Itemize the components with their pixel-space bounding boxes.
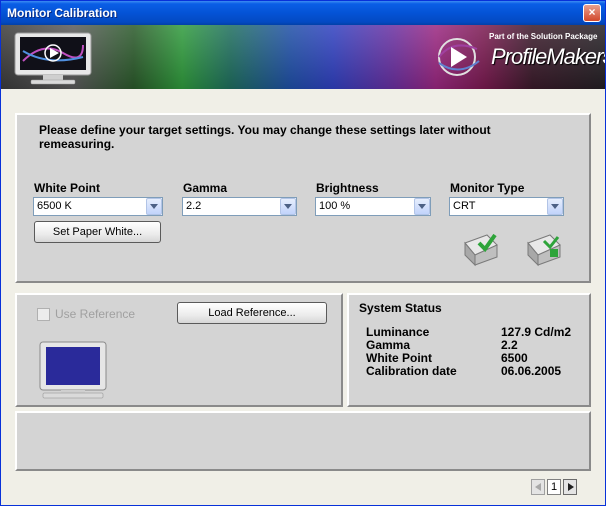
white-point-select[interactable]: 6500 K [33,197,163,216]
white-point-value: 6500 K [37,200,72,212]
chevron-down-icon [150,204,158,209]
load-reference-button[interactable]: Load Reference... [177,302,327,324]
monitor-calibration-window: Monitor Calibration × Part of the Soluti… [0,0,606,506]
brightness-select[interactable]: 100 % [315,197,431,216]
brand-name: ProfileMaker5 [491,43,605,70]
arrow-right-icon [568,483,574,491]
title-bar[interactable]: Monitor Calibration × [1,1,605,25]
monitor-logo-icon [14,32,92,85]
window-title: Monitor Calibration [7,6,117,20]
monitor-type-select[interactable]: CRT [449,197,564,216]
chevron-down-icon [418,204,426,209]
monitor-type-dropdown-button[interactable] [547,198,563,215]
set-paper-white-button[interactable]: Set Paper White... [34,221,161,243]
next-page-button[interactable] [563,479,577,495]
use-reference-label: Use Reference [55,307,136,321]
reference-monitor-icon [39,341,107,399]
banner-tagline: Part of the Solution Package [489,32,598,41]
page-number: 1 [547,479,561,495]
previous-page-button[interactable] [531,479,545,495]
monitor-type-label: Monitor Type [450,181,525,195]
system-status-title: System Status [359,301,442,315]
measure-monitor-button[interactable] [524,229,564,267]
monitor-type-value: CRT [453,200,476,212]
chevron-down-icon [284,204,292,209]
chevron-down-icon [551,204,559,209]
white-point-label: White Point [34,181,100,195]
gamma-value: 2.2 [186,200,202,212]
instruction-text: Please define your target settings. You … [39,123,491,151]
target-settings-panel: Please define your target settings. You … [15,113,591,283]
white-point-dropdown-button[interactable] [146,198,162,215]
gamma-dropdown-button[interactable] [280,198,296,215]
gamma-select[interactable]: 2.2 [182,197,297,216]
profilemaker-logo-icon [438,38,480,76]
gamma-label: Gamma [183,181,228,195]
message-panel [15,411,591,471]
system-status-panel: System Status Luminance 127.9 Cd/m2 Gamm… [347,293,591,407]
reference-panel: Use Reference Load Reference... [15,293,343,407]
close-button[interactable]: × [583,4,601,22]
brightness-label: Brightness [316,181,379,195]
brightness-value: 100 % [319,200,351,212]
brightness-dropdown-button[interactable] [414,198,430,215]
arrow-left-icon [535,483,541,491]
header-banner: Part of the Solution Package ProfileMake… [1,25,605,89]
calibrate-monitor-button[interactable] [461,229,501,267]
use-reference-checkbox[interactable] [37,308,50,321]
